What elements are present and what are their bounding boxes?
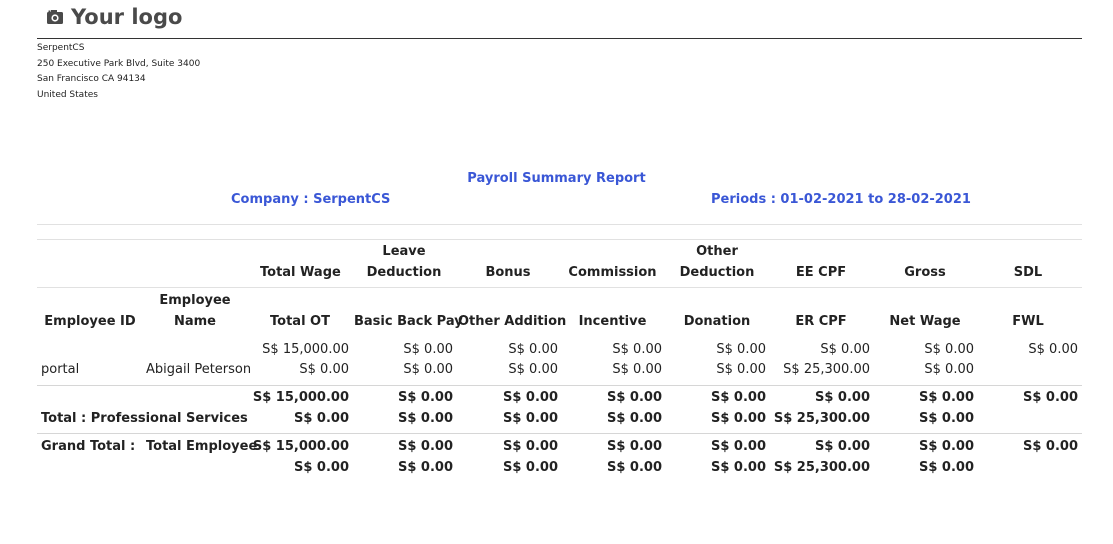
address-line: 250 Executive Park Blvd, Suite 3400 [37, 58, 201, 69]
amount-cell: S$ 0.00 [1028, 342, 1078, 357]
col-donation: Donation [683, 314, 751, 329]
col-commission: Commission [568, 265, 657, 280]
col-employee-name: Employee Name [159, 293, 231, 329]
divider [37, 224, 1082, 225]
divider [37, 287, 1082, 288]
col-other-addition: Other Addition [458, 314, 567, 329]
company-logo: Your logo [46, 5, 182, 29]
amount-cell: S$ 0.00 [1022, 439, 1078, 454]
col-total-ot: Total OT [270, 314, 330, 329]
address-line: United States [37, 89, 98, 100]
report-company: Company : SerpentCS [231, 192, 391, 207]
col-fwl: FWL [1012, 314, 1044, 329]
col-bonus: Bonus [485, 265, 531, 280]
col-leave-deduction: Leave Deduction [366, 244, 442, 280]
header-divider [37, 38, 1082, 39]
logo-text: Your logo [71, 5, 183, 29]
col-sdl: SDL [1013, 265, 1043, 280]
amount-cell: S$ 0.00 [924, 362, 974, 377]
col-total-wage: Total Wage [260, 265, 341, 280]
grand-total-label: Grand Total : [41, 439, 136, 454]
divider [37, 385, 1082, 386]
address-line: SerpentCS [37, 43, 85, 53]
col-er-cpf: ER CPF [795, 314, 847, 329]
amount-cell: S$ 0.00 [918, 411, 974, 426]
camera-icon [47, 10, 63, 24]
amount-cell: S$ 0.00 [1022, 390, 1078, 405]
employee-id: portal [41, 362, 80, 377]
address-line: San Francisco CA 94134 [37, 74, 146, 84]
divider [37, 433, 1082, 434]
amount-cell: S$ 0.00 [918, 460, 974, 475]
col-ee-cpf: EE CPF [795, 265, 847, 280]
col-net-wage: Net Wage [889, 314, 961, 329]
col-employee-id: Employee ID [44, 314, 136, 329]
col-incentive: Incentive [578, 314, 647, 329]
report-periods: Periods : 01-02-2021 to 28-02-2021 [711, 192, 971, 207]
company-address: SerpentCS 250 Executive Park Blvd, Suite… [37, 41, 200, 103]
col-gross: Gross [904, 265, 946, 280]
col-other-deduction: Other Deduction [679, 244, 755, 280]
report-title: Payroll Summary Report [467, 171, 646, 186]
col-basic-back-pay: Basic Back Pay [354, 314, 463, 329]
divider [37, 239, 1082, 240]
